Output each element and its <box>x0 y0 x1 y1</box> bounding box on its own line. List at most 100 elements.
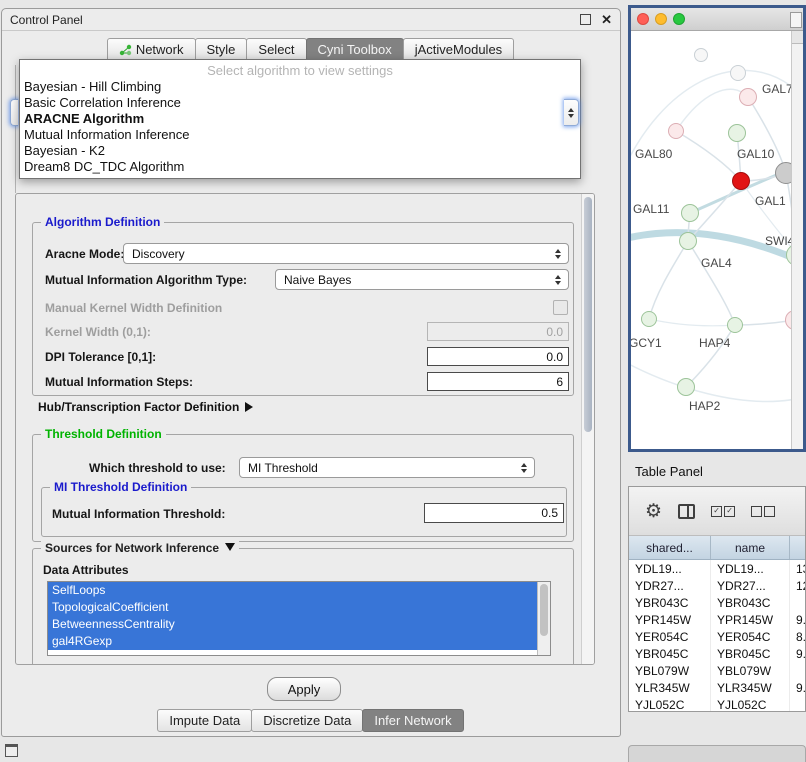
algorithm-combo-fragment-left[interactable] <box>10 99 18 126</box>
dropdown-item-dream8[interactable]: Dream8 DC_TDC Algorithm <box>20 159 580 175</box>
table-row[interactable]: YDR27...YDR27...12 <box>629 577 806 594</box>
table-cell[interactable]: 9. <box>790 611 806 628</box>
table-row[interactable]: YBL079WYBL079W <box>629 662 806 679</box>
table-row[interactable]: YLR345WYLR345W9. <box>629 679 806 696</box>
table-row[interactable]: YBR045CYBR045C9. <box>629 645 806 662</box>
minimize-traffic-light[interactable] <box>655 13 667 25</box>
network-node[interactable] <box>732 172 750 190</box>
network-node[interactable] <box>641 311 657 327</box>
network-node[interactable] <box>694 48 708 62</box>
table-cell[interactable]: YPR145W <box>629 611 711 628</box>
mi-type-select[interactable]: Naive Bayes <box>275 269 569 290</box>
deselect-columns-icon[interactable] <box>751 506 775 517</box>
table-cell[interactable]: 9. <box>790 645 806 662</box>
network-node[interactable] <box>728 124 746 142</box>
table-cell[interactable]: YBR045C <box>711 645 790 662</box>
tab-network[interactable]: Network <box>107 38 196 61</box>
table-cell[interactable]: 13 <box>790 560 806 577</box>
network-node[interactable] <box>668 123 684 139</box>
table-row[interactable]: YER054CYER054C8. <box>629 628 806 645</box>
tab-impute-data[interactable]: Impute Data <box>157 709 252 732</box>
mi-steps-field[interactable]: 6 <box>427 372 569 391</box>
columns-icon[interactable] <box>678 504 695 519</box>
apply-button[interactable]: Apply <box>267 677 341 701</box>
which-threshold-select[interactable]: MI Threshold <box>239 457 535 478</box>
list-item-gal4rgexp[interactable]: gal4RGexp <box>48 633 541 650</box>
network-node[interactable] <box>677 378 695 396</box>
table-cell[interactable]: YBR045C <box>629 645 711 662</box>
network-node[interactable] <box>681 204 699 222</box>
table-row[interactable]: YBR043CYBR043C <box>629 594 806 611</box>
column-header-shared[interactable]: shared... <box>629 536 711 559</box>
table-cell[interactable]: YJL052C <box>629 696 711 712</box>
sources-section-toggle[interactable]: Sources for Network Inference <box>41 541 239 555</box>
algorithm-combo-arrow-fragment[interactable] <box>564 99 579 126</box>
list-scrollbar[interactable] <box>537 582 550 655</box>
close-traffic-light[interactable] <box>637 13 649 25</box>
dropdown-item-bayesian-hill-climbing[interactable]: Bayesian - Hill Climbing <box>20 79 580 95</box>
table-cell[interactable]: YBR043C <box>629 594 711 611</box>
table-cell[interactable] <box>790 594 806 611</box>
table-row[interactable]: YJL052CYJL052C <box>629 696 806 712</box>
network-scrollbar[interactable] <box>791 31 803 449</box>
table-cell[interactable]: YDL19... <box>711 560 790 577</box>
list-item-selfloops[interactable]: SelfLoops <box>48 582 541 599</box>
minimized-panel-icon[interactable] <box>5 744 18 757</box>
tab-select[interactable]: Select <box>246 38 306 61</box>
gear-icon[interactable]: ⚙ <box>645 502 662 521</box>
scrollbar-button[interactable] <box>792 31 803 44</box>
table-cell[interactable]: 12 <box>790 577 806 594</box>
column-header-name[interactable]: name <box>711 536 790 559</box>
table-cell[interactable]: YDR27... <box>711 577 790 594</box>
table-row[interactable]: YPR145WYPR145W9. <box>629 611 806 628</box>
network-window-titlebar[interactable] <box>631 8 803 31</box>
dropdown-item-mutual-information[interactable]: Mutual Information Inference <box>20 127 580 143</box>
table-cell[interactable]: YPR145W <box>711 611 790 628</box>
column-header-partial[interactable] <box>790 536 806 559</box>
dropdown-item-bayesian-k2[interactable]: Bayesian - K2 <box>20 143 580 159</box>
network-node[interactable] <box>727 317 743 333</box>
table-cell[interactable]: YDR27... <box>629 577 711 594</box>
tab-style[interactable]: Style <box>195 38 248 61</box>
kernel-width-field[interactable]: 0.0 <box>427 322 569 341</box>
network-node[interactable] <box>730 65 746 81</box>
tab-jactivemodules[interactable]: jActiveModules <box>403 38 514 61</box>
manual-kernel-checkbox[interactable] <box>553 300 568 315</box>
scrollbar-thumb[interactable] <box>540 584 548 636</box>
zoom-traffic-light[interactable] <box>673 13 685 25</box>
table-cell[interactable]: YLR345W <box>629 679 711 696</box>
mi-threshold-field[interactable]: 0.5 <box>424 503 564 523</box>
table-cell[interactable] <box>790 662 806 679</box>
aracne-mode-select[interactable]: Discovery <box>123 243 569 264</box>
list-item-betweennesscentrality[interactable]: BetweennessCentrality <box>48 616 541 633</box>
float-window-icon[interactable] <box>580 14 591 25</box>
network-node[interactable] <box>679 232 697 250</box>
table-cell[interactable]: YBL079W <box>629 662 711 679</box>
table-cell[interactable]: YJL052C <box>711 696 790 712</box>
tab-cyni-toolbox[interactable]: Cyni Toolbox <box>306 38 404 61</box>
titlebar-button[interactable] <box>790 12 802 28</box>
hub-factor-section-toggle[interactable]: Hub/Transcription Factor Definition <box>38 400 253 414</box>
tab-infer-network[interactable]: Infer Network <box>362 709 463 732</box>
table-cell[interactable]: YBL079W <box>711 662 790 679</box>
select-columns-icon[interactable]: ✓✓ <box>711 506 735 517</box>
network-canvas[interactable]: GAL7GAL80GAL10GAL1GAL11SWI4GAL4GCY1HAP4Y… <box>631 31 803 449</box>
dropdown-item-aracne[interactable]: ARACNE Algorithm <box>20 111 580 127</box>
dpi-tolerance-field[interactable]: 0.0 <box>427 347 569 366</box>
dropdown-item-basic-correlation[interactable]: Basic Correlation Inference <box>20 95 580 111</box>
table-cell[interactable]: YBR043C <box>711 594 790 611</box>
scrollbar-thumb[interactable] <box>584 197 592 432</box>
table-cell[interactable]: 8. <box>790 628 806 645</box>
network-node[interactable] <box>739 88 757 106</box>
table-cell[interactable]: YDL19... <box>629 560 711 577</box>
list-item-topologicalcoefficient[interactable]: TopologicalCoefficient <box>48 599 541 616</box>
table-cell[interactable]: YLR345W <box>711 679 790 696</box>
table-cell[interactable] <box>790 696 806 712</box>
table-cell[interactable]: 9. <box>790 679 806 696</box>
table-row[interactable]: YDL19...YDL19...13 <box>629 560 806 577</box>
tab-discretize-data[interactable]: Discretize Data <box>251 709 363 732</box>
close-icon[interactable]: ✕ <box>601 15 612 25</box>
settings-scrollbar[interactable] <box>581 194 594 664</box>
table-cell[interactable]: YER054C <box>629 628 711 645</box>
table-cell[interactable]: YER054C <box>711 628 790 645</box>
